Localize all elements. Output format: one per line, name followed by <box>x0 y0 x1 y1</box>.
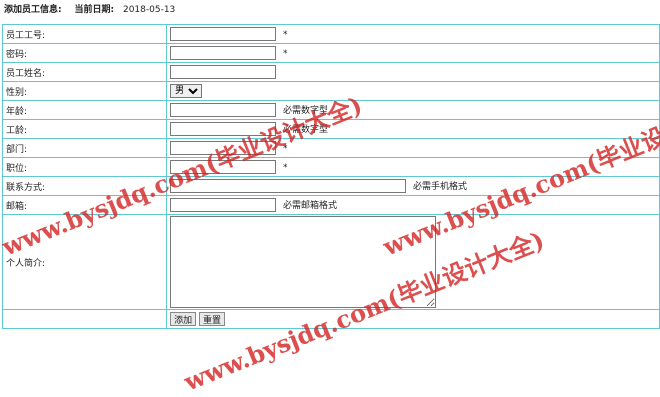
intro-label: 个人简介: <box>1 214 168 310</box>
page-title: 添加员工信息: <box>4 5 62 15</box>
phone-hint: 必需手机格式 <box>412 181 467 192</box>
name-label: 员工姓名: <box>1 62 168 82</box>
page-header: 添加员工信息: 当前日期: 2018-05-13 <box>4 3 175 17</box>
required-mark: * <box>282 162 288 173</box>
actions-spacer <box>1 309 168 329</box>
contact-label: 联系方式: <box>1 176 168 196</box>
gender-select[interactable]: 男 <box>170 84 203 98</box>
email-hint: 必需邮箱格式 <box>282 200 337 211</box>
age-label: 年龄: <box>1 100 168 120</box>
department-input[interactable] <box>170 141 277 155</box>
numeric-hint: 必需数字型 <box>282 124 328 135</box>
required-mark: * <box>282 143 288 154</box>
password-input[interactable] <box>170 46 277 60</box>
numeric-hint: 必需数字型 <box>282 105 328 116</box>
row-email: 邮箱: 必需邮箱格式 <box>1 195 660 215</box>
required-mark: * <box>282 29 288 40</box>
name-input[interactable] <box>170 65 277 79</box>
date-label: 当前日期: <box>74 5 115 15</box>
row-name: 员工姓名: <box>1 62 660 82</box>
contact-input[interactable] <box>170 179 407 194</box>
row-seniority: 工龄: 必需数字型 <box>1 119 660 139</box>
intro-textarea[interactable] <box>170 216 437 308</box>
row-age: 年龄: 必需数字型 <box>1 100 660 120</box>
row-password: 密码: * <box>1 43 660 63</box>
row-actions: 添加 重置 <box>1 309 660 329</box>
row-contact: 联系方式: 必需手机格式 <box>1 176 660 196</box>
required-mark: * <box>282 48 288 59</box>
seniority-label: 工龄: <box>1 119 168 139</box>
add-button[interactable]: 添加 <box>170 312 197 326</box>
row-department: 部门: * <box>1 138 660 158</box>
email-input[interactable] <box>170 198 277 213</box>
employee-id-input[interactable] <box>170 27 277 41</box>
row-position: 职位: * <box>1 157 660 177</box>
employee-form: 员工工号: * 密码: * 员工姓名: 性别: 男 年龄: 必需数字型 工龄: … <box>1 24 660 329</box>
position-label: 职位: <box>1 157 168 177</box>
gender-label: 性别: <box>1 81 168 101</box>
date-value: 2018-05-13 <box>122 5 176 15</box>
age-input[interactable] <box>170 103 277 118</box>
position-input[interactable] <box>170 160 277 174</box>
row-intro: 个人简介: <box>1 214 660 310</box>
employee-id-label: 员工工号: <box>1 24 168 44</box>
email-label: 邮箱: <box>1 195 168 215</box>
department-label: 部门: <box>1 138 168 158</box>
password-label: 密码: <box>1 43 168 63</box>
row-employee-id: 员工工号: * <box>1 24 660 44</box>
row-gender: 性别: 男 <box>1 81 660 101</box>
seniority-input[interactable] <box>170 122 277 137</box>
reset-button[interactable]: 重置 <box>198 312 225 326</box>
